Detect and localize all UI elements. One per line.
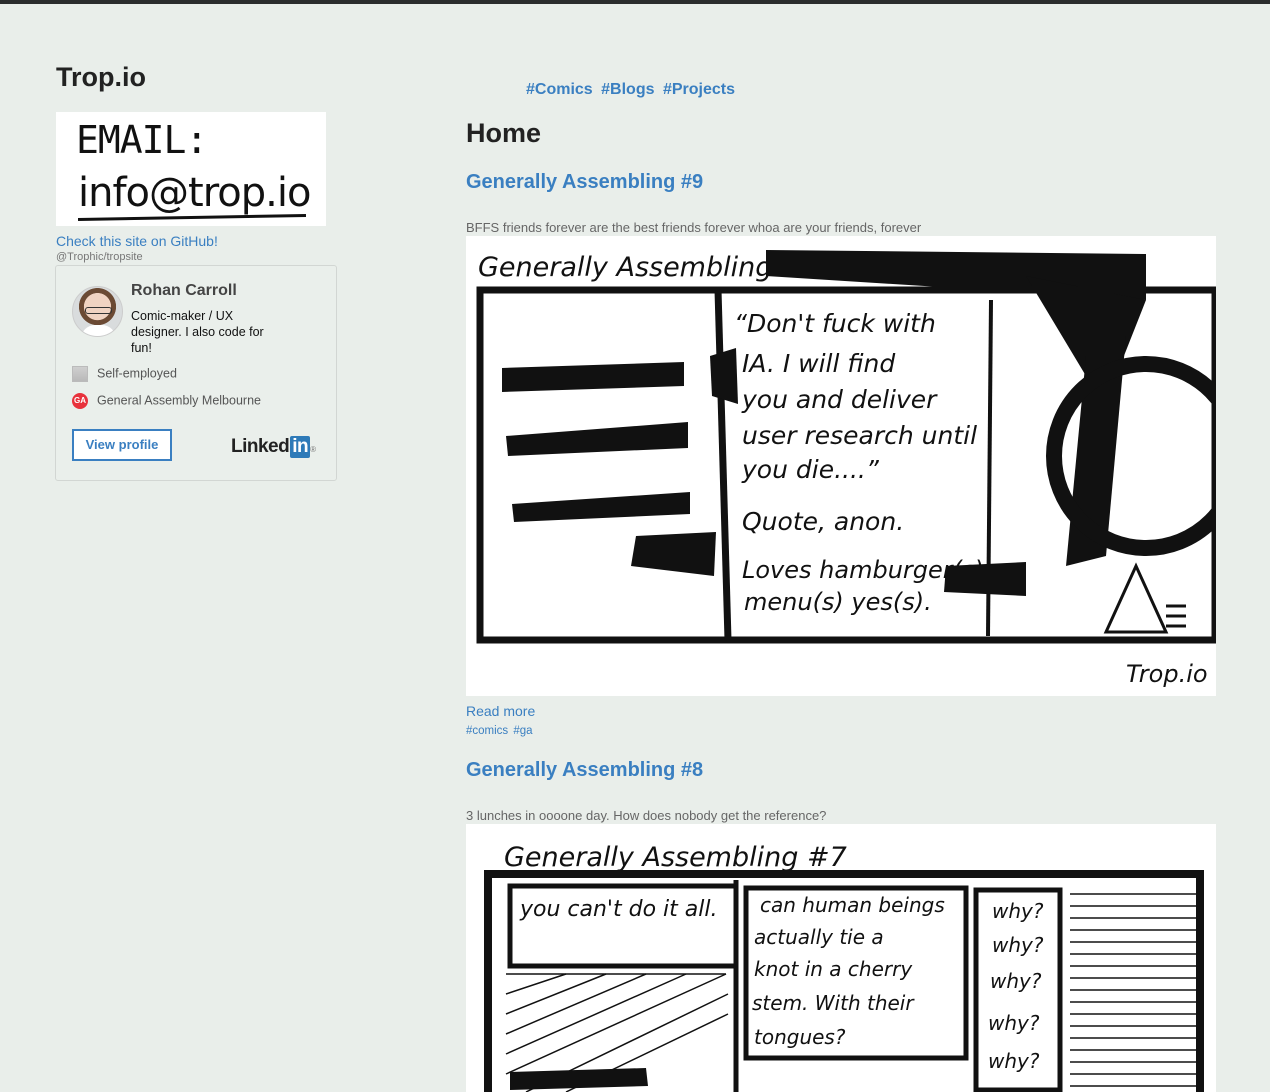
page-title: Home bbox=[466, 118, 542, 148]
post-tags: #comics #ga bbox=[466, 725, 535, 737]
glasses-detail bbox=[85, 307, 112, 314]
email-image-label: EMAIL: bbox=[76, 118, 208, 162]
comic2-panel2-line1: can human beings bbox=[760, 893, 945, 917]
comic2-panel2-line2: actually tie a bbox=[754, 925, 884, 949]
ga-logo-icon: GA bbox=[72, 393, 88, 409]
tag-nav: #Comics #Blogs #Projects bbox=[526, 81, 739, 99]
view-profile-button[interactable]: View profile bbox=[72, 429, 172, 461]
github-handle: @Trophic/tropsite bbox=[56, 251, 143, 263]
employer-label: Self-employed bbox=[97, 366, 177, 381]
horizontal-lines bbox=[1070, 893, 1198, 1087]
comic2-panel2-line4: stem. With their bbox=[752, 991, 915, 1015]
school-label[interactable]: General Assembly Melbourne bbox=[97, 393, 261, 407]
avatar[interactable] bbox=[72, 286, 123, 337]
comic2-why-2: why? bbox=[992, 933, 1044, 957]
shirt-detail bbox=[81, 325, 116, 336]
comic-quote-line2: IA. I will find bbox=[742, 349, 895, 378]
profile-name[interactable]: Rohan Carroll bbox=[131, 282, 237, 300]
comic-signature: Trop.io bbox=[1126, 660, 1208, 688]
comic2-panel1-text: you can't do it all. bbox=[519, 897, 717, 922]
comic-quote-line4: user research until bbox=[742, 421, 977, 450]
comic2-why-4: why? bbox=[988, 1011, 1040, 1035]
linkedin-badge: Rohan Carroll Comic-maker / UX designer.… bbox=[55, 265, 337, 481]
nav-tag-comics[interactable]: #Comics bbox=[526, 81, 593, 98]
comic-quote-line6: Quote, anon. bbox=[742, 507, 904, 536]
post-tag-comics[interactable]: #comics bbox=[466, 725, 508, 737]
comic2-panel2-line5: tongues? bbox=[754, 1025, 846, 1049]
employer-row: Self-employed bbox=[72, 366, 177, 382]
comic-quote-line3: you and deliver bbox=[741, 385, 938, 414]
registered-mark: ® bbox=[310, 445, 316, 454]
top-bar bbox=[0, 0, 1270, 4]
nav-tag-projects[interactable]: #Projects bbox=[663, 81, 735, 98]
email-image-address: info@trop.io bbox=[78, 170, 311, 216]
read-more-link[interactable]: Read more bbox=[466, 703, 535, 719]
building-icon bbox=[72, 366, 88, 382]
comic2-panel2-line3: knot in a cherry bbox=[754, 957, 913, 981]
nav-tag-blogs[interactable]: #Blogs bbox=[601, 81, 654, 98]
comic-quote-line8: menu(s) yes(s). bbox=[744, 588, 932, 616]
linkedin-logo-text: Linked bbox=[231, 436, 290, 457]
school-row[interactable]: GA General Assembly Melbourne bbox=[72, 393, 261, 409]
comic-image[interactable]: Generally Assembling #9 “Don't fuck with… bbox=[466, 236, 1216, 696]
comic2-why-3: why? bbox=[990, 969, 1042, 993]
comic2-why-5: why? bbox=[988, 1049, 1040, 1073]
comic-quote-line5: you die....” bbox=[741, 455, 880, 484]
github-link[interactable]: Check this site on GitHub! bbox=[56, 233, 218, 249]
linkedin-in-icon: in bbox=[290, 436, 311, 458]
linkedin-logo[interactable]: Linked in ® bbox=[231, 436, 316, 458]
post-excerpt: BFFS friends forever are the best friend… bbox=[466, 220, 922, 235]
post-excerpt-2: 3 lunches in oooone day. How does nobody… bbox=[466, 808, 827, 823]
comic2-why-1: why? bbox=[992, 899, 1044, 923]
site-title[interactable]: Trop.io bbox=[56, 62, 146, 93]
profile-bio: Comic-maker / UX designer. I also code f… bbox=[131, 309, 264, 355]
post-title-2[interactable]: Generally Assembling #8 bbox=[466, 759, 703, 782]
comic2-title: Generally Assembling #7 bbox=[504, 842, 847, 873]
email-image: EMAIL: info@trop.io bbox=[56, 112, 326, 226]
comic-quote-line1: “Don't fuck with bbox=[734, 309, 936, 338]
post-title[interactable]: Generally Assembling #9 bbox=[466, 171, 703, 194]
comic-image-2[interactable]: Generally Assembling #7 you can't do it … bbox=[466, 824, 1216, 1092]
post-tag-ga[interactable]: #ga bbox=[513, 725, 532, 737]
